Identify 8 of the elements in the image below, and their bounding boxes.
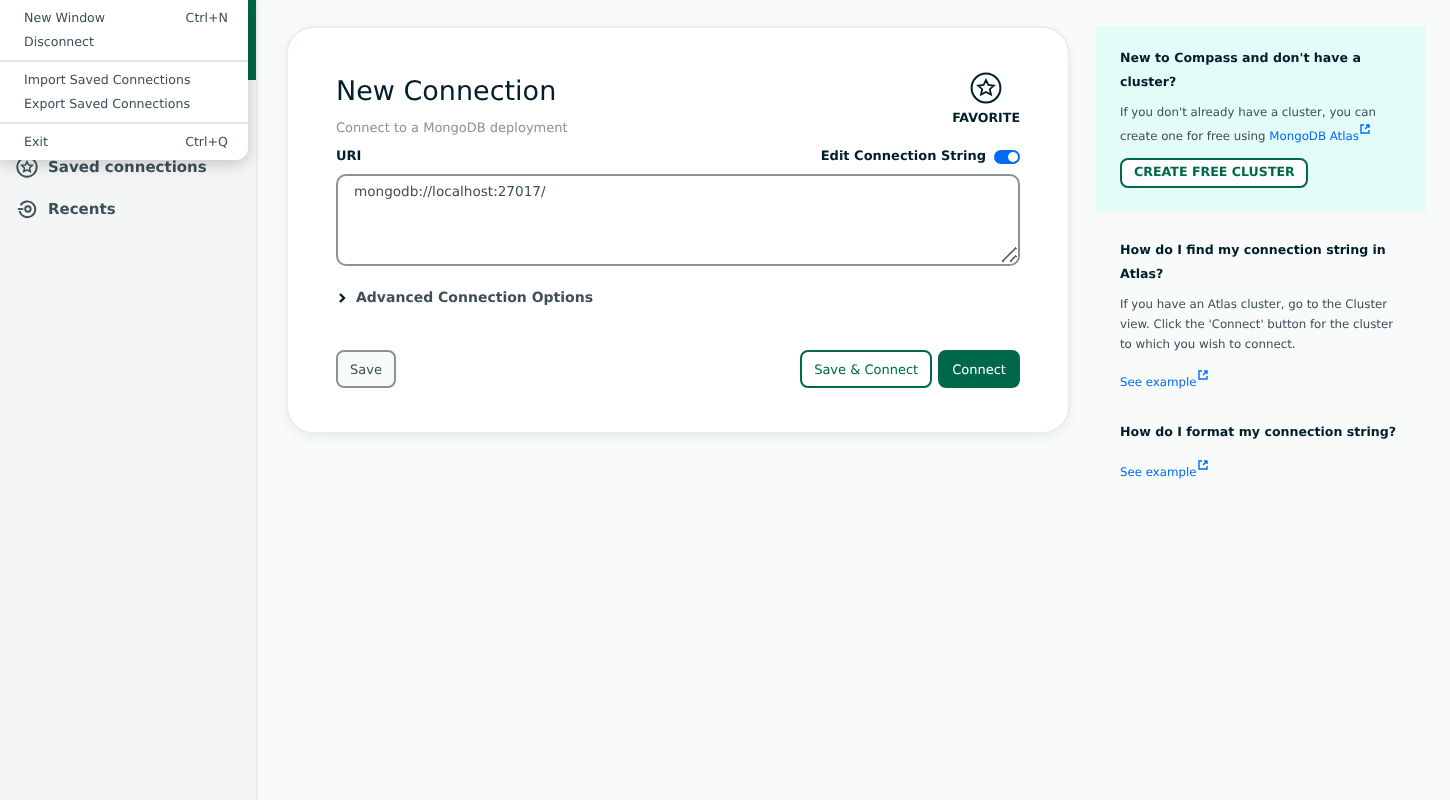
external-link-icon xyxy=(1360,124,1371,134)
chevron-icon xyxy=(336,292,348,304)
external-link-icon xyxy=(1198,460,1209,470)
star-icon xyxy=(16,156,38,178)
edit-toggle[interactable] xyxy=(994,149,1020,163)
form-title: New Connection xyxy=(336,76,559,108)
history-icon xyxy=(16,198,38,220)
external-link-icon xyxy=(1198,370,1209,380)
